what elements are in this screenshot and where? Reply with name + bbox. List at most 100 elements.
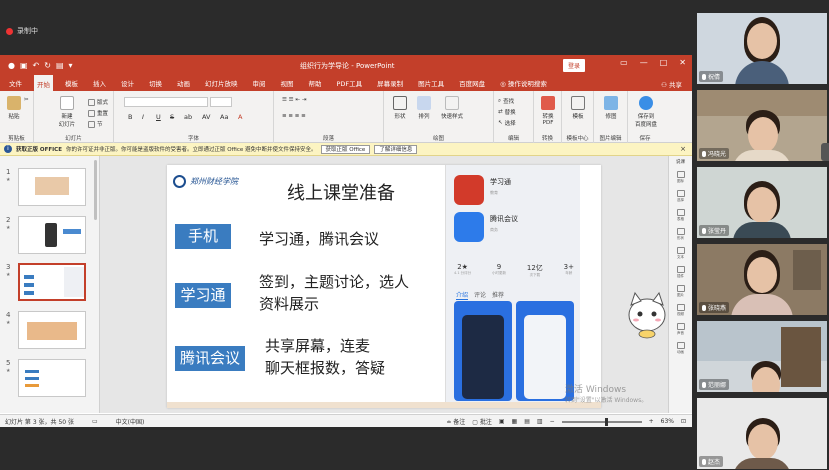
notes-button[interactable]: ≐ 备注 [446, 417, 465, 426]
slide-thumbnail-1[interactable] [18, 168, 86, 206]
slide-thumbnails-pane[interactable]: 1 ★ 2 ★ 3 ★ 4 ★ 5 ★ [0, 156, 100, 413]
arrange-button[interactable]: 排列 [414, 96, 434, 120]
tab-picture-tools[interactable]: 图片工具 [415, 75, 447, 91]
comments-button[interactable]: ▢ 批注 [472, 417, 492, 426]
tab-help[interactable]: 帮助 [306, 75, 325, 91]
reset-button[interactable]: 重置 [88, 109, 108, 117]
pane-picture[interactable]: 图片 [674, 285, 688, 298]
slide-sorter-icon[interactable]: ▦ [512, 418, 518, 425]
participant-tile[interactable]: 赵杰 [697, 398, 827, 469]
slide-thumbnail-3[interactable] [18, 263, 86, 301]
find-button[interactable]: ⌕ 查找 [498, 97, 514, 106]
learn-more-button[interactable]: 了解详细信息 [374, 144, 418, 154]
pane-text[interactable]: 文本 [674, 247, 688, 260]
minimize-icon[interactable]: — [640, 58, 648, 67]
tab-view[interactable]: 视图 [278, 75, 297, 91]
participant-tile[interactable]: 冯晓光 [697, 90, 827, 161]
zoom-out-icon[interactable]: − [550, 418, 555, 425]
slide-title[interactable]: 线上课堂准备 [287, 179, 395, 205]
undo-icon[interactable]: ↶ [33, 61, 40, 70]
shadow-button[interactable]: ab [184, 113, 192, 121]
desc-xuexitong[interactable]: 签到，主题讨论，选人 资料展示 [259, 271, 409, 315]
pane-video[interactable]: 视频 [674, 304, 688, 317]
slide-thumbnail-4[interactable] [18, 311, 86, 349]
pane-audio[interactable]: 声音 [674, 323, 688, 336]
maximize-icon[interactable]: □ [660, 58, 668, 67]
ribbon-display-icon[interactable]: ▭ [620, 58, 628, 67]
slideshow-icon[interactable]: ▥ [537, 418, 543, 425]
tab-insert[interactable]: 插入 [90, 75, 109, 91]
label-tencent-meeting[interactable]: 腾讯会议 [175, 346, 245, 371]
participant-tile[interactable]: 张晓燕 [697, 244, 827, 315]
app-store-screenshot[interactable]: 学习通 教育 腾讯会议 商务 2★ 4.1 分评分 9 小时更新 12亿 次下载… [445, 165, 580, 408]
autosave-icon[interactable]: ● [8, 61, 15, 70]
participant-tile[interactable]: 祝倩 [697, 13, 827, 84]
replace-button[interactable]: ⇄ 替换 [498, 108, 516, 116]
font-size-select[interactable] [210, 97, 232, 107]
tab-transitions[interactable]: 切换 [146, 75, 165, 91]
font-name-select[interactable] [124, 97, 208, 107]
sidebar-collapse-handle[interactable] [821, 143, 829, 161]
convert-pdf-button[interactable]: 转换 PDF [538, 96, 558, 126]
pane-select[interactable]: 选择 [674, 190, 688, 203]
login-button[interactable]: 登录 [563, 59, 586, 72]
tab-baidu-netdisk[interactable]: 百度网盘 [456, 75, 488, 91]
tab-pdf-tools[interactable]: PDF工具 [334, 75, 366, 91]
paste-button[interactable]: 粘贴 [4, 96, 24, 120]
pane-animation[interactable]: 动画 [674, 342, 688, 355]
pane-icons[interactable]: 图标 [674, 171, 688, 184]
change-case-button[interactable]: Aa [220, 113, 228, 121]
layout-button[interactable]: 版式 [88, 98, 108, 106]
section-button[interactable]: 节 [88, 120, 103, 128]
pane-plugin[interactable]: 插件 [674, 266, 688, 279]
recording-indicator[interactable]: 录制中 [6, 24, 38, 38]
quick-styles-button[interactable]: 快速样式 [438, 96, 466, 120]
present-icon[interactable]: ▤ [56, 61, 64, 70]
underline-button[interactable]: U [156, 113, 161, 121]
fit-slide-icon[interactable]: ⊡ [681, 418, 686, 425]
spellcheck-icon[interactable]: ▭ [92, 418, 98, 425]
share-button[interactable]: ⚇ 共享 [661, 79, 682, 89]
slide-canvas[interactable]: 郑州财经学院 线上课堂准备 手机 学习通，腾讯会议 学习通 签到，主题讨论，选人… [167, 165, 601, 408]
zoom-slider[interactable] [561, 417, 642, 426]
tab-review[interactable]: 审阅 [250, 75, 269, 91]
shapes-button[interactable]: 形状 [390, 96, 410, 120]
new-slide-button[interactable]: 新建 幻灯片 [54, 96, 80, 128]
reading-view-icon[interactable]: ▤ [524, 418, 530, 425]
pane-table[interactable]: 表格 [674, 209, 688, 222]
label-xuexitong[interactable]: 学习通 [175, 283, 231, 308]
tab-file[interactable]: 文件 [6, 75, 25, 91]
tab-home[interactable]: 开始 [34, 75, 53, 91]
char-spacing-button[interactable]: AV [202, 113, 210, 121]
zoom-slider-knob[interactable] [604, 417, 608, 426]
get-genuine-office-button[interactable]: 获取正版 Office [320, 144, 371, 154]
language-indicator[interactable]: 中文(中国) [116, 417, 145, 426]
pane-shape[interactable]: 形状 [674, 228, 688, 241]
participant-tile[interactable]: 张莹丹 [697, 167, 827, 238]
thumbnails-scrollbar[interactable] [94, 160, 97, 220]
redo-icon[interactable]: ↻ [44, 61, 51, 70]
align-button[interactable]: ≡ ≡ ≡ ≡ [282, 113, 306, 119]
zoom-level[interactable]: 63% [661, 418, 674, 425]
bold-button[interactable]: B [128, 113, 132, 121]
strikethrough-button[interactable]: S [170, 113, 174, 121]
tab-screen-record[interactable]: 屏幕录制 [374, 75, 406, 91]
tab-animations[interactable]: 动画 [174, 75, 193, 91]
label-phone[interactable]: 手机 [175, 224, 231, 249]
normal-view-icon[interactable]: ▣ [499, 418, 505, 425]
template-button[interactable]: 模板 [568, 96, 588, 120]
bullets-button[interactable]: ☰ ☰ ⇤ ⇥ [282, 97, 306, 103]
italic-button[interactable]: I [142, 113, 144, 121]
slide-thumbnail-5[interactable] [18, 359, 86, 397]
tab-design[interactable]: 设计 [118, 75, 137, 91]
notice-close-icon[interactable]: × [680, 145, 686, 153]
close-icon[interactable]: ✕ [679, 58, 686, 67]
zoom-in-icon[interactable]: + [649, 418, 654, 425]
cut-button[interactable]: ✂ [24, 97, 29, 103]
tab-slideshow[interactable]: 幻灯片放映 [202, 75, 241, 91]
customize-icon[interactable]: ▾ [69, 61, 73, 70]
desc-phone[interactable]: 学习通，腾讯会议 [259, 228, 379, 250]
save-icon[interactable]: ▣ [20, 61, 28, 70]
save-baidu-button[interactable]: 保存到 百度网盘 [632, 96, 660, 128]
desc-tencent-meeting[interactable]: 共享屏幕，连麦 聊天框报数，答疑 [265, 335, 385, 379]
